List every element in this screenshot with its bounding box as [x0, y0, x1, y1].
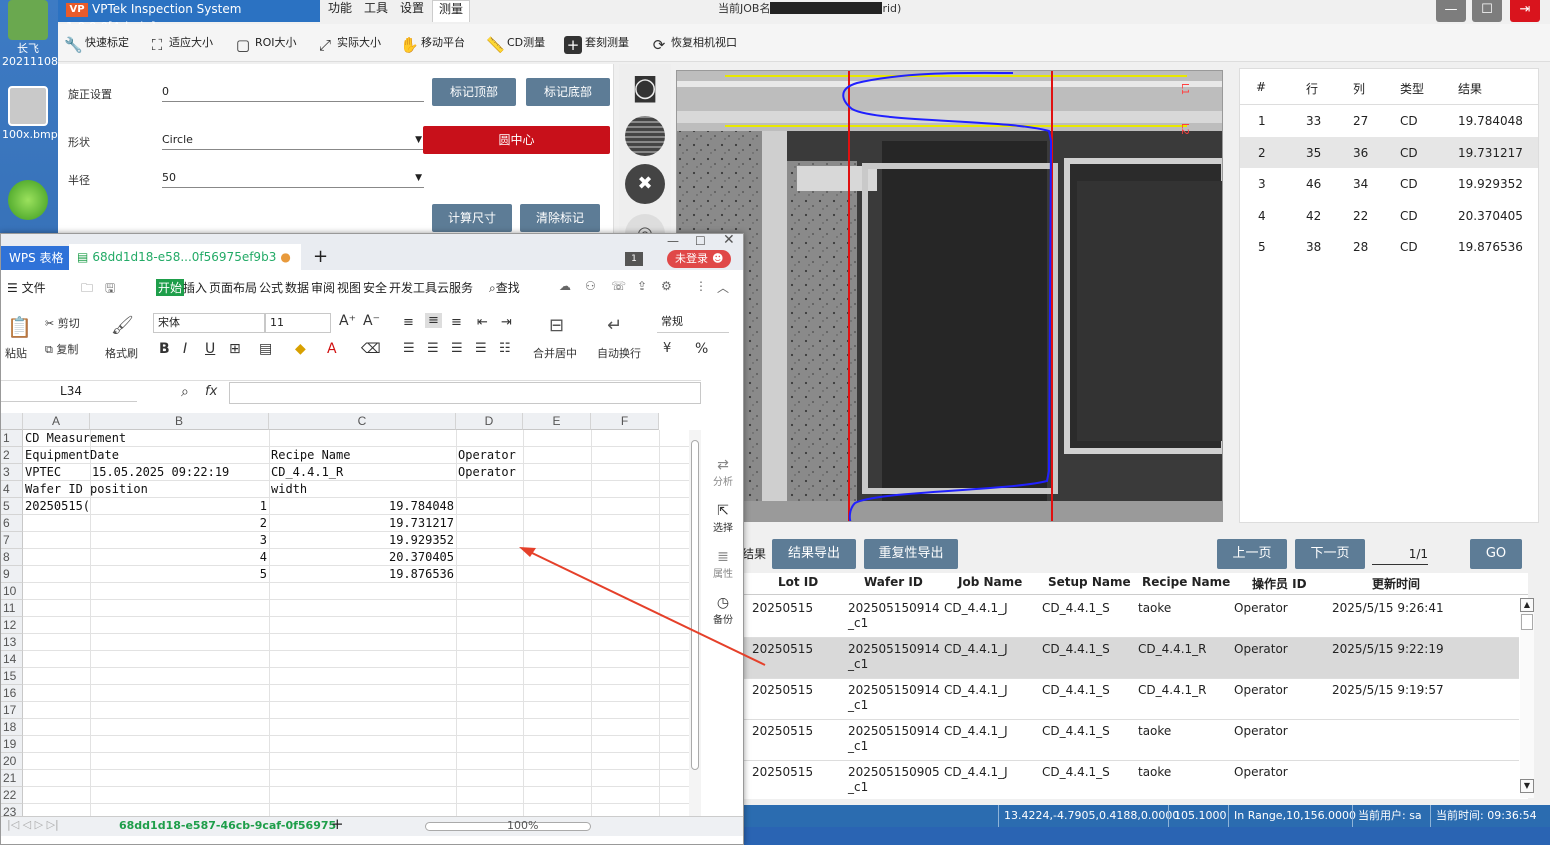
annotation-arrow [519, 547, 766, 666]
